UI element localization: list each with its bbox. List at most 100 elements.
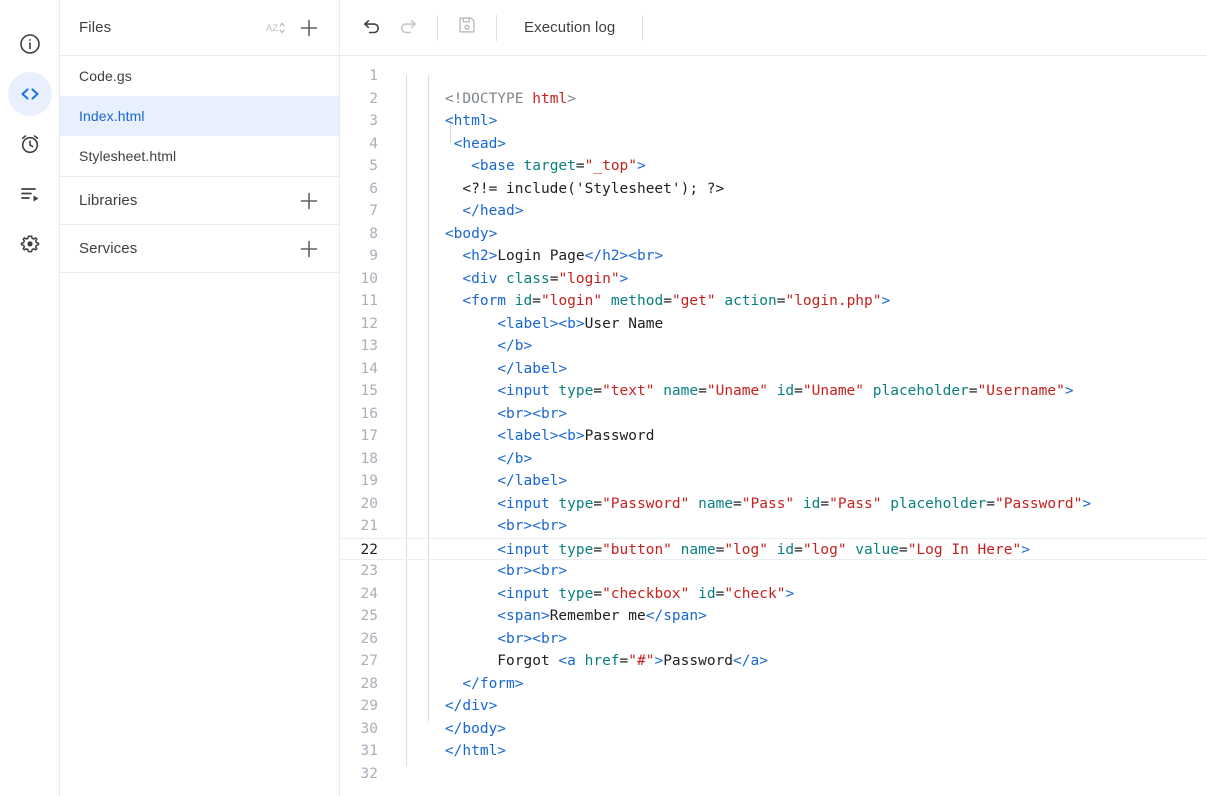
code-token: </b>: [497, 450, 533, 467]
sidebar-item-settings[interactable]: [8, 222, 52, 266]
code-line-text: </b>: [388, 448, 1207, 471]
code-token: =: [968, 383, 978, 399]
executions-list-icon: [18, 182, 42, 206]
line-number: 17: [360, 428, 378, 444]
add-file-plus-icon[interactable]: [295, 14, 323, 42]
code-row[interactable]: 31 </html>: [340, 740, 1207, 763]
code-token: "Username": [977, 383, 1065, 399]
execution-log-button[interactable]: Execution log: [508, 19, 631, 36]
code-row[interactable]: 10 <div class="login">: [340, 268, 1207, 291]
code-row[interactable]: 3 <html>: [340, 110, 1207, 133]
line-number: 9: [369, 248, 378, 264]
code-token: "_top": [584, 158, 638, 174]
code-token: =: [698, 383, 707, 399]
redo-button[interactable]: [390, 10, 426, 46]
code-token: =: [593, 541, 603, 558]
code-row[interactable]: 28 </form>: [340, 673, 1207, 696]
code-token: Login Page: [497, 248, 585, 264]
code-token: "button": [602, 541, 672, 558]
code-token: >: [637, 158, 646, 174]
code-token: "log": [724, 541, 768, 558]
code-token: =: [986, 495, 995, 512]
code-row[interactable]: 4 <head>: [340, 133, 1207, 156]
code-row[interactable]: 6 <?!= include('Stylesheet'); ?>: [340, 178, 1207, 201]
save-button[interactable]: [449, 10, 485, 46]
code-row[interactable]: 12 <label><b>User Name: [340, 313, 1207, 336]
code-row[interactable]: 8 <body>: [340, 223, 1207, 246]
code-token: <label><b>: [497, 315, 585, 332]
code-line-text: <div class="login">: [388, 268, 1207, 291]
code-token: class: [506, 270, 550, 287]
code-row[interactable]: 11 <form id="login" method="get" action=…: [340, 290, 1207, 313]
code-token: href: [584, 653, 620, 669]
line-number: 8: [369, 225, 378, 242]
code-token: "Pass": [829, 495, 882, 512]
code-row[interactable]: 27 Forgot <a href="#">Password</a>: [340, 650, 1207, 673]
code-row[interactable]: 15 <input type="text" name="Uname" id="U…: [340, 380, 1207, 403]
undo-icon: [361, 14, 383, 41]
undo-button[interactable]: [354, 10, 390, 46]
code-row[interactable]: 2 <!DOCTYPE html>: [340, 88, 1207, 111]
code-row[interactable]: 19 </label>: [340, 470, 1207, 493]
code-row[interactable]: 9 <h2>Login Page</h2><br>: [340, 245, 1207, 268]
code-token: =: [593, 495, 603, 512]
line-number: 23: [360, 563, 378, 579]
file-item-code-gs[interactable]: Code.gs: [60, 56, 339, 96]
section-libraries[interactable]: Libraries: [60, 176, 339, 224]
code-row[interactable]: 7 </head>: [340, 200, 1207, 223]
file-item-stylesheet-html[interactable]: Stylesheet.html: [60, 136, 339, 176]
code-row[interactable]: 17 <label><b>Password: [340, 425, 1207, 448]
code-row[interactable]: 26 <br><br>: [340, 628, 1207, 651]
code-row[interactable]: 14 </label>: [340, 358, 1207, 381]
code-line-text: <h2>Login Page</h2><br>: [388, 245, 1207, 268]
code-row[interactable]: 16 <br><br>: [340, 403, 1207, 426]
code-row[interactable]: 25 <span>Remember me</span>: [340, 605, 1207, 628]
code-row[interactable]: 21 <br><br>: [340, 515, 1207, 538]
code-token: target: [523, 158, 576, 174]
section-services[interactable]: Services: [60, 224, 339, 272]
line-number: 12: [360, 315, 378, 332]
add-library-plus-icon[interactable]: [295, 187, 323, 215]
code-line-text: <html>: [388, 110, 1207, 133]
code-row[interactable]: 20 <input type="Password" name="Pass" id…: [340, 493, 1207, 516]
code-token: <!DOCTYPE: [444, 90, 533, 107]
toolbar-divider: [496, 14, 497, 41]
code-row[interactable]: 13 </b>: [340, 335, 1207, 358]
code-token: "login.php": [785, 293, 882, 309]
code-token: "Uname": [706, 383, 768, 399]
code-line-text: <input type="checkbox" id="check">: [388, 583, 1207, 606]
code-row[interactable]: 24 <input type="checkbox" id="check">: [340, 583, 1207, 606]
line-number: 30: [360, 720, 378, 737]
file-item-index-html[interactable]: Index.html: [60, 96, 339, 136]
code-row[interactable]: 1: [340, 65, 1207, 88]
code-row[interactable]: 18 </b>: [340, 448, 1207, 471]
sort-az-icon[interactable]: AZ: [261, 14, 289, 42]
sidebar-item-executions[interactable]: [8, 172, 52, 216]
code-row[interactable]: 30 </body>: [340, 718, 1207, 741]
code-token: "log": [802, 541, 847, 558]
code-row[interactable]: 32: [340, 763, 1207, 786]
code-token: <input: [497, 585, 559, 602]
sidebar-item-editor[interactable]: [7, 72, 52, 116]
code-editor[interactable]: 12 <!DOCTYPE html> 3 <html> 4 <head> 5 <bas…: [340, 56, 1207, 796]
sidebar-item-triggers[interactable]: [8, 122, 52, 166]
add-service-plus-icon[interactable]: [295, 235, 323, 263]
code-row[interactable]: 23 <br><br>: [340, 560, 1207, 583]
code-token: "#": [628, 653, 655, 669]
code-row[interactable]: 22 <input type="button" name="log" id="l…: [340, 537, 1207, 560]
overview-icon-button[interactable]: [8, 22, 52, 66]
code-row[interactable]: 29 </div>: [340, 695, 1207, 718]
code-row[interactable]: 5 <base target="_top">: [340, 155, 1207, 178]
